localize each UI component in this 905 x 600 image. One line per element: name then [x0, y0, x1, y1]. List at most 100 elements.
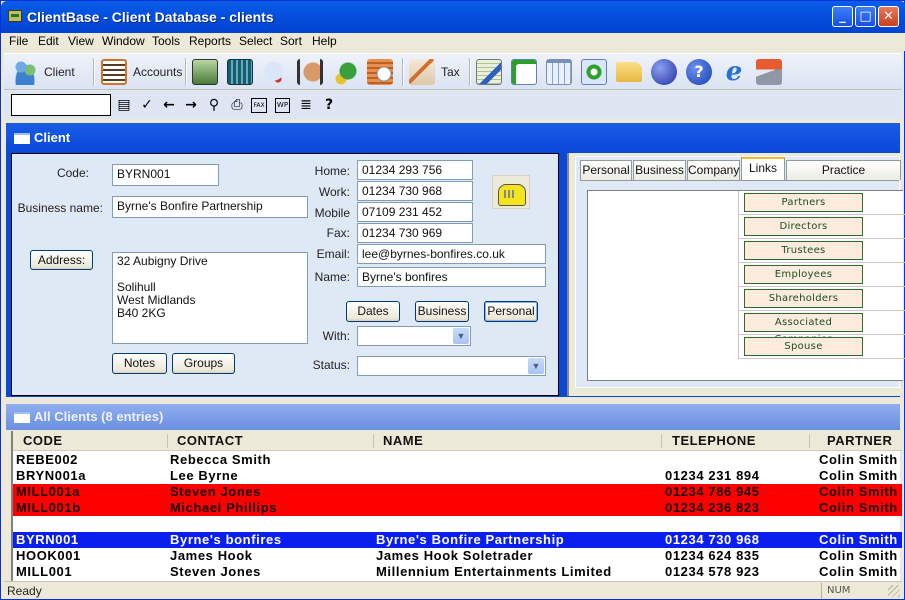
chevron-down-icon[interactable]: ▼	[453, 328, 469, 344]
calendar-button[interactable]	[546, 57, 572, 87]
partners-link-button[interactable]: Partners	[744, 193, 863, 212]
spouse-link-button[interactable]: Spouse	[744, 337, 863, 356]
email-field[interactable]: lee@byrnes-bonfires.co.uk	[357, 244, 546, 264]
internet-explorer-button[interactable]: e	[721, 57, 747, 87]
tab-personal[interactable]: Personal	[580, 160, 632, 180]
table-row[interactable]: HOOK001 James Hook James Hook Soletrader 01…	[13, 548, 902, 564]
timer-button[interactable]	[367, 57, 393, 87]
table-row[interactable]: REBE002 Rebecca Smith Colin Smith	[13, 452, 902, 468]
home-phone-field[interactable]: 01234 293 756	[357, 160, 473, 180]
title-bar[interactable]: ClientBase - Client Database - clients _…	[1, 1, 905, 33]
client-details-form: Code: BYRN001 Business name: Byrne's Bon…	[11, 153, 559, 396]
menu-edit[interactable]: Edit	[38, 34, 59, 48]
menu-reports[interactable]: Reports	[189, 34, 231, 48]
list-item: Directors	[738, 215, 905, 239]
check-icon[interactable]: ✓	[138, 96, 156, 114]
table-row[interactable]	[13, 516, 902, 532]
business-name-field[interactable]: Byrne's Bonfire Partnership	[112, 196, 308, 218]
printer-icon[interactable]: ⎙	[228, 96, 246, 114]
address-button[interactable]: Address:	[30, 250, 93, 270]
notes-button[interactable]: Notes	[112, 353, 167, 374]
tax-button[interactable]: Tax	[409, 57, 460, 87]
directors-link-button[interactable]: Directors	[744, 217, 863, 236]
table-row[interactable]: MILL001a Steven Jones 01234 786 945 Colin S…	[13, 484, 902, 500]
card-file-button[interactable]	[192, 57, 218, 87]
tab-business[interactable]: Business	[633, 160, 686, 180]
table-row[interactable]: MILL001b Michael Phillips 01234 236 823 Col…	[13, 500, 902, 516]
web-button[interactable]	[651, 57, 677, 87]
client-button[interactable]: Client	[12, 57, 75, 87]
resize-grip[interactable]	[888, 585, 900, 597]
wp-icon[interactable]: WP	[275, 98, 290, 113]
code-field[interactable]: BYRN001	[112, 164, 219, 186]
cell-contact: Steven Jones	[170, 484, 262, 499]
tab-company[interactable]: Company	[687, 160, 740, 180]
column-header-contact[interactable]: CONTACT	[177, 433, 243, 448]
tab-links[interactable]: Links	[741, 157, 785, 181]
quick-search-input[interactable]	[11, 94, 111, 116]
menu-help[interactable]: Help	[312, 34, 337, 48]
cell-telephone: 01234 236 823	[665, 500, 760, 515]
column-header-code[interactable]: CODE	[23, 433, 63, 448]
arrow-left-icon[interactable]: ←	[160, 96, 178, 114]
help-icon: ?	[686, 59, 712, 85]
column-divider[interactable]	[373, 434, 374, 448]
chevron-down-icon[interactable]: ▼	[528, 358, 544, 374]
address-field[interactable]: 32 Aubigny Drive Solihull West Midlands …	[112, 252, 308, 344]
column-header-partner[interactable]: PARTNER	[827, 433, 892, 448]
status-dropdown[interactable]: * ▼	[357, 356, 546, 376]
work-phone-field[interactable]: 01234 730 968	[357, 181, 473, 201]
minimize-button[interactable]: _	[832, 6, 853, 27]
name-field[interactable]: Byrne's bonfires	[357, 267, 546, 287]
with-dropdown[interactable]: Colin Smith ▼	[357, 326, 471, 346]
notepad-button[interactable]	[476, 57, 502, 87]
employees-link-button[interactable]: Employees	[744, 265, 863, 284]
checklist-button[interactable]	[511, 57, 537, 87]
code-label: Code:	[56, 166, 89, 180]
binoculars-icon[interactable]: ⚲	[205, 96, 223, 114]
business-button[interactable]: Business	[415, 301, 469, 322]
groups-button[interactable]: Groups	[172, 353, 235, 374]
menu-tools[interactable]: Tools	[152, 34, 180, 48]
menu-view[interactable]: View	[68, 34, 94, 48]
download-button[interactable]	[756, 57, 782, 87]
fax-icon[interactable]: FAX	[251, 98, 267, 113]
list-item: Employees	[738, 263, 905, 287]
calculator-button[interactable]	[227, 57, 253, 87]
column-divider[interactable]	[661, 434, 662, 448]
table-row[interactable]: BRYN001a Lee Byrne 01234 231 894 Colin Smit…	[13, 468, 902, 484]
help-button[interactable]: ?	[686, 57, 712, 87]
card-icon[interactable]: ▤	[115, 96, 133, 114]
close-button[interactable]: ✕	[878, 6, 899, 27]
menu-select[interactable]: Select	[239, 34, 272, 48]
handshake-button[interactable]	[297, 57, 323, 87]
column-header-telephone[interactable]: TELEPHONE	[672, 433, 756, 448]
arrow-right-icon[interactable]: →	[182, 96, 200, 114]
mobile-label: Mobile	[314, 206, 350, 220]
associated-companies-link-button[interactable]: Associated Companies	[744, 313, 863, 345]
accounts-button[interactable]: Accounts	[101, 57, 182, 87]
list-icon[interactable]: ≣	[297, 96, 315, 114]
open-folder-button[interactable]	[616, 57, 642, 87]
money-button[interactable]	[332, 57, 358, 87]
telephone-icon[interactable]	[492, 175, 530, 209]
table-row[interactable]: MILL001 Steven Jones Millennium Entertainm…	[13, 564, 902, 580]
personal-button[interactable]: Personal	[484, 301, 538, 322]
refresh-button[interactable]	[581, 57, 607, 87]
certificate-button[interactable]	[262, 57, 288, 87]
trustees-link-button[interactable]: Trustees	[744, 241, 863, 260]
menu-sort[interactable]: Sort	[280, 34, 302, 48]
dates-button[interactable]: Dates	[346, 301, 400, 322]
tab-practice-management[interactable]: Practice management	[786, 160, 901, 195]
fax-field[interactable]: 01234 730 969	[357, 223, 473, 243]
menu-window[interactable]: Window	[102, 34, 145, 48]
shareholders-link-button[interactable]: Shareholders	[744, 289, 863, 308]
column-header-name[interactable]: NAME	[383, 433, 423, 448]
menu-file[interactable]: File	[9, 34, 28, 48]
mobile-phone-field[interactable]: 07109 231 452	[357, 202, 473, 222]
question-icon[interactable]: ?	[320, 96, 338, 114]
column-divider[interactable]	[809, 434, 810, 448]
table-row[interactable]: BYRN001 Byrne's bonfires Byrne's Bonfire P…	[13, 532, 902, 548]
maximize-button[interactable]: □	[855, 6, 876, 27]
column-divider[interactable]	[167, 434, 168, 448]
